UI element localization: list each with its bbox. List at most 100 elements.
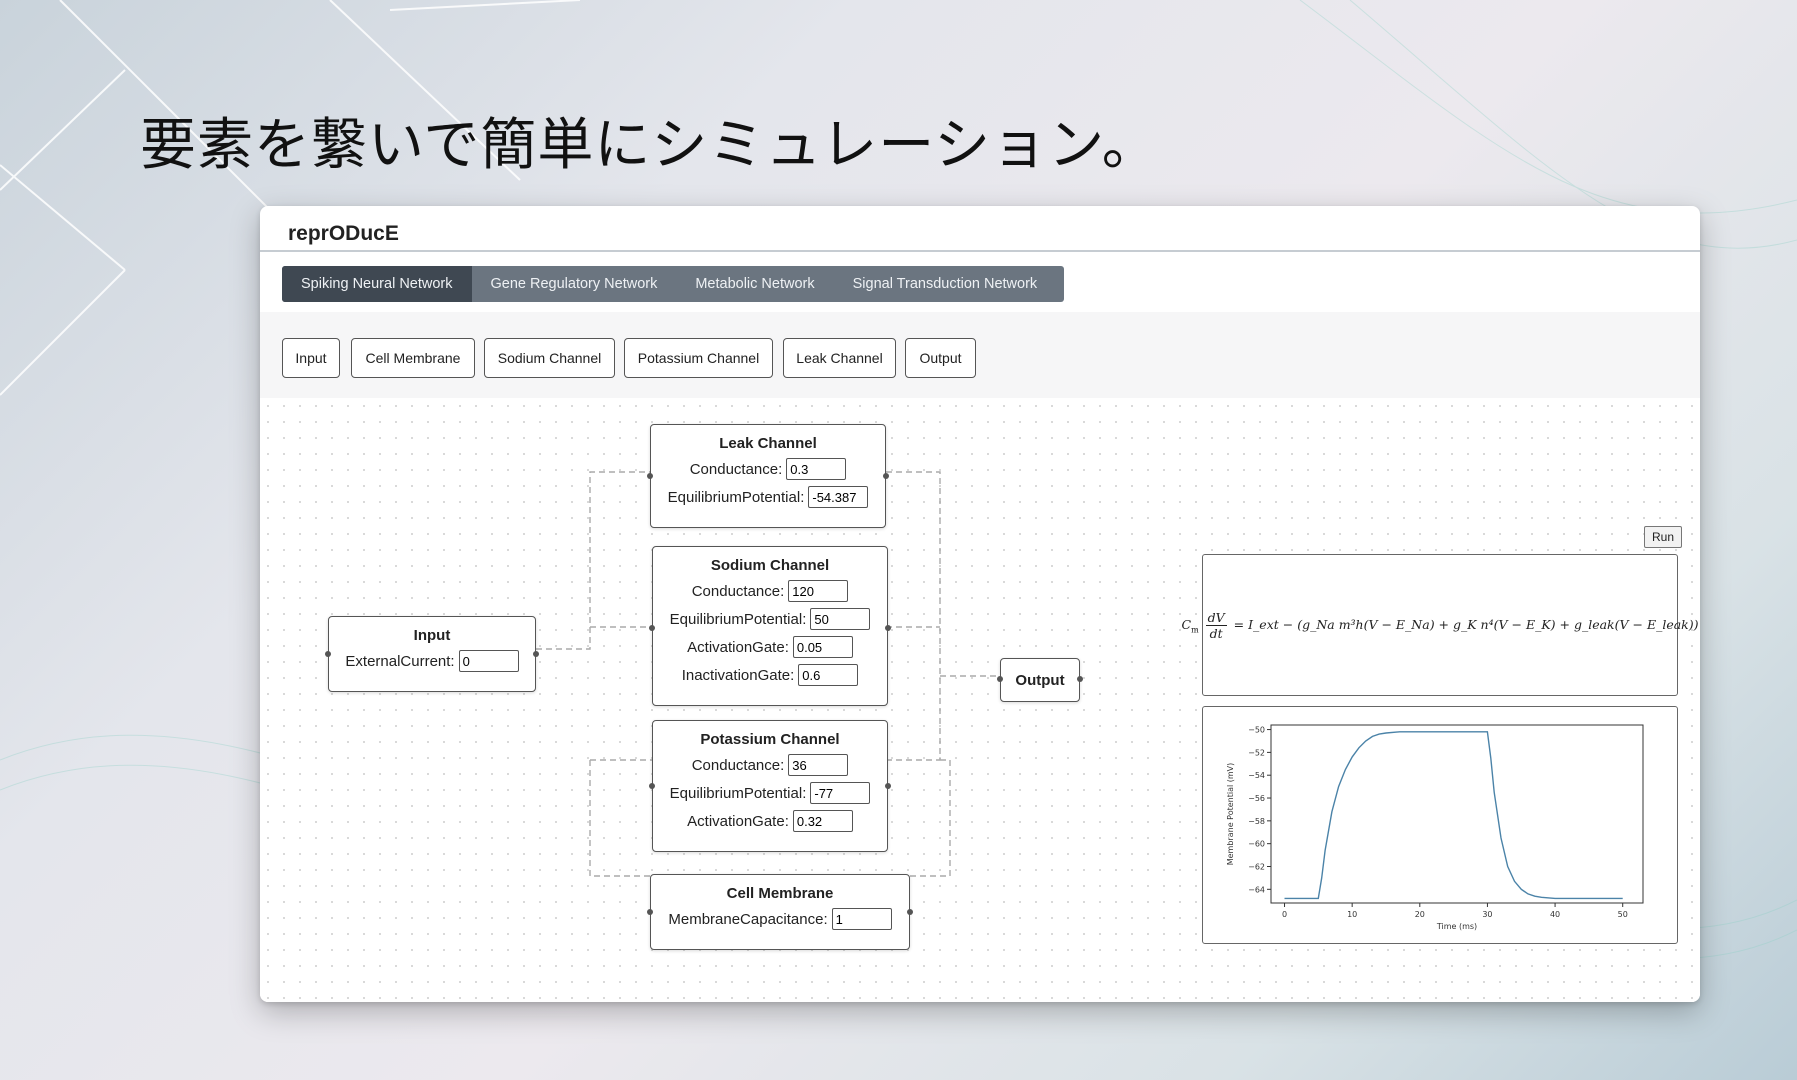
membrane-output-port[interactable]	[907, 909, 913, 915]
palette-cell-membrane-button[interactable]: Cell Membrane	[351, 338, 475, 378]
output-node[interactable]: Output	[997, 658, 1083, 702]
sodium-conductance-input[interactable]	[788, 580, 849, 602]
output-node-title: Output	[1015, 671, 1065, 689]
leak-conductance-input[interactable]	[786, 458, 847, 480]
palette-sodium-channel-button[interactable]: Sodium Channel	[484, 338, 615, 378]
x-tick-label: 50	[1618, 910, 1628, 919]
input-node[interactable]: Input ExternalCurrent:	[325, 616, 539, 692]
title-divider	[260, 250, 1700, 252]
external-current-label: ExternalCurrent:	[345, 652, 455, 670]
leak-equilibrium-field: EquilibriumPotential:	[651, 486, 885, 508]
equation-panel: Cm dV dt = I_ext − (g_Na m³h(V − E_Na) +…	[1182, 554, 1699, 696]
input-node-left-port[interactable]	[325, 651, 331, 657]
sodium-inactivation-input[interactable]	[798, 664, 859, 686]
membrane-capacitance-input[interactable]	[831, 908, 892, 930]
sodium-equilibrium-field: EquilibriumPotential:	[653, 608, 887, 630]
potassium-input-port[interactable]	[649, 783, 655, 789]
output-node-right-port[interactable]	[1077, 676, 1083, 682]
potassium-equilibrium-field: EquilibriumPotential:	[653, 782, 887, 804]
chart-plot-frame	[1270, 724, 1644, 904]
palette-leak-channel-button[interactable]: Leak Channel	[783, 338, 896, 378]
leak-conductance-field: Conductance:	[651, 458, 885, 480]
app-window: reprODucE Spiking Neural Network Gene Re…	[260, 206, 1700, 1002]
potassium-equilibrium-input[interactable]	[810, 782, 871, 804]
leak-channel-node[interactable]: Leak Channel Conductance: EquilibriumPot…	[647, 424, 889, 528]
palette-potassium-channel-button[interactable]: Potassium Channel	[624, 338, 773, 378]
sodium-activation-field: ActivationGate:	[653, 636, 887, 658]
y-tick-label: −52	[1248, 748, 1265, 757]
membrane-potential-chart: 0 10 20 30 40 50 −50 −52 −54 −56 −58 −60 −62 −64 Time …	[1226, 724, 1644, 931]
sodium-input-port[interactable]	[649, 625, 655, 631]
leak-equilibrium-label: EquilibriumPotential:	[667, 488, 805, 506]
tab-signal-transduction-network[interactable]: Signal Transduction Network	[834, 266, 1057, 302]
sodium-inactivation-field: InactivationGate:	[653, 664, 887, 686]
tab-metabolic-network[interactable]: Metabolic Network	[676, 266, 833, 302]
palette-output-button[interactable]: Output	[905, 338, 976, 378]
leak-input-port[interactable]	[647, 473, 653, 479]
sodium-conductance-field: Conductance:	[653, 580, 887, 602]
x-tick-label: 40	[1550, 910, 1560, 919]
input-node-right-port[interactable]	[533, 651, 539, 657]
equation-frac-num: dV	[1205, 609, 1227, 626]
sodium-conductance-label: Conductance:	[691, 582, 785, 600]
potassium-equilibrium-label: EquilibriumPotential:	[669, 784, 807, 802]
sodium-output-port[interactable]	[885, 625, 891, 631]
edge-channels-to-output	[886, 471, 1000, 877]
equation-rhs: = I_ext − (g_Na m³h(V − E_Na) + g_K n⁴(V…	[1233, 616, 1699, 632]
sodium-activation-label: ActivationGate:	[687, 638, 789, 656]
leak-equilibrium-input[interactable]	[808, 486, 869, 508]
membrane-potential-line	[1284, 731, 1623, 900]
potassium-conductance-input[interactable]	[788, 754, 849, 776]
equation-lhs-coef: C	[1181, 616, 1192, 632]
y-tick-label: −50	[1248, 726, 1265, 735]
potassium-conductance-label: Conductance:	[691, 756, 785, 774]
palette-input-button[interactable]: Input	[282, 338, 340, 378]
app-title: reprODucE	[288, 222, 399, 245]
x-tick-label: 0	[1282, 910, 1287, 919]
input-node-title: Input	[413, 627, 451, 644]
equation-frac-den: dt	[1209, 625, 1223, 641]
sodium-channel-title: Sodium Channel	[710, 557, 830, 574]
sodium-inactivation-label: InactivationGate:	[681, 666, 795, 684]
run-button[interactable]: Run	[1644, 526, 1682, 548]
x-tick-label: 10	[1347, 910, 1357, 919]
potassium-channel-title: Potassium Channel	[700, 731, 840, 748]
potassium-activation-field: ActivationGate:	[653, 810, 887, 832]
y-tick-label: −58	[1248, 817, 1265, 826]
output-node-left-port[interactable]	[997, 676, 1003, 682]
external-current-input[interactable]	[458, 650, 519, 672]
y-tick-label: −56	[1248, 794, 1265, 803]
flow-canvas[interactable]: Leak Channel Conductance: EquilibriumPot…	[260, 398, 1700, 1002]
network-tabs: Spiking Neural Network Gene Regulatory N…	[282, 266, 1064, 302]
component-palette: Input Cell Membrane Sodium Channel Potas…	[260, 312, 1700, 398]
sodium-equilibrium-label: EquilibriumPotential:	[669, 610, 807, 628]
sodium-equilibrium-input[interactable]	[810, 608, 871, 630]
cell-membrane-node[interactable]: Cell Membrane MembraneCapacitance:	[647, 874, 913, 950]
sodium-activation-input[interactable]	[792, 636, 853, 658]
membrane-capacitance-label: MembraneCapacitance:	[668, 910, 828, 928]
leak-channel-title: Leak Channel	[719, 435, 817, 452]
y-tick-label: −60	[1248, 840, 1265, 849]
potassium-activation-input[interactable]	[792, 810, 853, 832]
cell-membrane-title: Cell Membrane	[726, 885, 834, 902]
membrane-input-port[interactable]	[647, 909, 653, 915]
potassium-output-port[interactable]	[885, 783, 891, 789]
potassium-channel-node[interactable]: Potassium Channel Conductance: Equilibri…	[649, 720, 891, 852]
x-tick-label: 20	[1415, 910, 1425, 919]
y-axis-label: Membrane Potential (mV)	[1226, 763, 1235, 866]
tab-spiking-neural-network[interactable]: Spiking Neural Network	[282, 266, 472, 302]
simulation-chart-panel: 0 10 20 30 40 50 −50 −52 −54 −56 −58 −60 −62 −64 Time …	[1202, 706, 1678, 944]
potassium-conductance-field: Conductance:	[653, 754, 887, 776]
x-axis-label: Time (ms)	[1436, 922, 1477, 931]
page-headline: 要素を繋いで簡単にシミュレーション。	[140, 113, 1159, 178]
potassium-activation-label: ActivationGate:	[687, 812, 789, 830]
tab-gene-regulatory-network[interactable]: Gene Regulatory Network	[472, 266, 677, 302]
leak-output-port[interactable]	[883, 473, 889, 479]
membrane-capacitance-field: MembraneCapacitance:	[651, 908, 909, 930]
y-tick-label: −64	[1248, 885, 1265, 894]
y-tick-label: −62	[1248, 862, 1265, 871]
membrane-equation: Cm dV dt = I_ext − (g_Na m³h(V − E_Na) +…	[1182, 610, 1699, 641]
sodium-channel-node[interactable]: Sodium Channel Conductance: EquilibriumP…	[649, 546, 891, 706]
external-current-field: ExternalCurrent:	[329, 650, 535, 672]
equation-lhs-coef-sub: m	[1191, 625, 1199, 634]
